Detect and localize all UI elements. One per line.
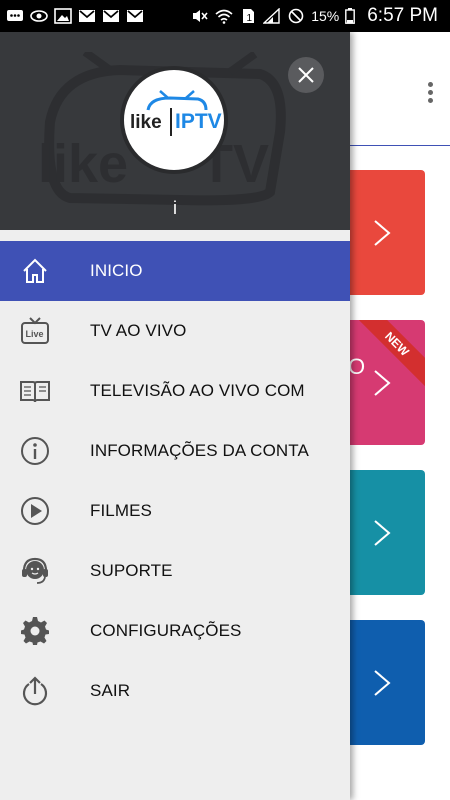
- clock: 6:57 PM: [367, 5, 438, 26]
- menu-label: SAIR: [90, 681, 131, 700]
- overflow-menu-icon[interactable]: [426, 82, 434, 106]
- chevron-right-icon: [374, 520, 391, 546]
- close-drawer-button[interactable]: [288, 57, 324, 93]
- chevron-right-icon: [374, 370, 391, 396]
- gear-icon: [18, 614, 52, 648]
- menu-item-suporte[interactable]: SUPORTE: [0, 541, 350, 601]
- battery-icon: [345, 8, 356, 24]
- svg-text:Live: Live: [26, 329, 44, 339]
- chevron-right-icon: [374, 670, 391, 696]
- gmail-icon: [127, 10, 143, 22]
- menu-item-configuracoes[interactable]: CONFIGURAÇÕES: [0, 601, 350, 661]
- live-tv-icon: Live: [18, 314, 52, 348]
- app-logo: like IPTV: [120, 66, 228, 174]
- signal-icon: [263, 8, 280, 24]
- menu-item-filmes[interactable]: FILMES: [0, 481, 350, 541]
- eye-icon: [30, 10, 48, 22]
- home-icon: [18, 254, 52, 288]
- navigation-drawer: like TV like IPTV i INICIO Live TV AO VI…: [0, 32, 350, 800]
- chevron-right-icon: [374, 220, 391, 246]
- battery-percent: 15%: [311, 8, 340, 24]
- mute-icon: [193, 10, 208, 22]
- logo-text-like: like: [130, 112, 162, 133]
- menu-item-televisao-ao-vivo-com[interactable]: TELEVISÃO AO VIVO COM: [0, 361, 350, 421]
- antenna-icon: [146, 90, 208, 111]
- book-icon: [18, 374, 52, 408]
- message-icon: [7, 10, 23, 21]
- user-name: i: [173, 198, 177, 218]
- card-label-fragment: O: [348, 354, 366, 379]
- menu-label: SUPORTE: [90, 561, 173, 580]
- menu-item-inicio[interactable]: INICIO: [0, 241, 350, 301]
- menu-item-sair[interactable]: SAIR: [0, 661, 350, 721]
- logout-icon: [18, 674, 52, 708]
- menu-label: INICIO: [90, 261, 143, 280]
- do-not-disturb-icon: [288, 8, 304, 24]
- status-bar: 1 15% 6:57 PM: [0, 0, 450, 32]
- gmail-icon: [103, 10, 119, 22]
- menu-label: INFORMAÇÕES DA CONTA: [90, 441, 309, 460]
- menu-label: TELEVISÃO AO VIVO COM: [90, 381, 305, 400]
- close-icon: [298, 67, 314, 83]
- svg-text:1: 1: [247, 13, 253, 24]
- info-icon: [18, 434, 52, 468]
- drawer-menu: INICIO Live TV AO VIVO TELEVISÃO AO VIVO…: [0, 241, 350, 721]
- menu-label: TV AO VIVO: [90, 321, 187, 340]
- logo-divider: [170, 108, 172, 136]
- menu-label: CONFIGURAÇÕES: [90, 621, 242, 640]
- wifi-icon: [215, 9, 233, 24]
- drawer-header: like TV like IPTV i: [0, 32, 350, 230]
- play-icon: [18, 494, 52, 528]
- svg-text:like: like: [38, 134, 128, 194]
- logo-text-iptv: IPTV: [175, 110, 222, 133]
- sim-icon: 1: [243, 9, 255, 24]
- menu-label: FILMES: [90, 501, 153, 520]
- gmail-icon: [79, 10, 95, 22]
- menu-item-tv-ao-vivo[interactable]: Live TV AO VIVO: [0, 301, 350, 361]
- support-icon: [18, 554, 52, 588]
- image-icon: [54, 8, 72, 24]
- menu-item-informacoes-da-conta[interactable]: INFORMAÇÕES DA CONTA: [0, 421, 350, 481]
